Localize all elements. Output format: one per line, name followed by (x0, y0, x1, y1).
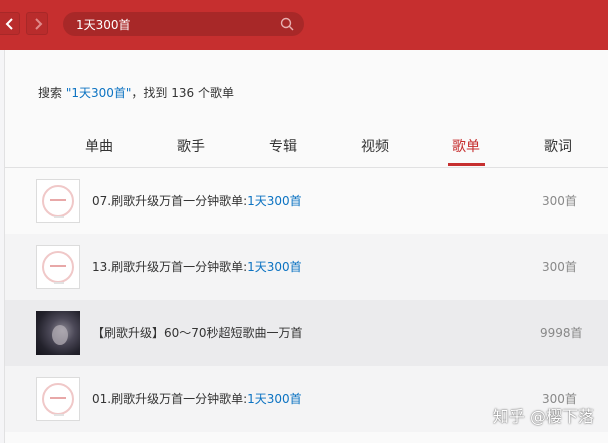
summary-count: 136 (171, 86, 195, 100)
playlist-track-count: 300首 (542, 260, 577, 274)
back-button[interactable] (0, 12, 20, 35)
chevron-left-icon (5, 18, 13, 30)
playlist-title-text: 07.刷歌升级万首一分钟歌单: (92, 194, 248, 208)
playlist-title: 【刷歌升级】60～70秒超短歌曲一万首 (92, 324, 303, 341)
tab-albums[interactable]: 专辑 (269, 136, 297, 156)
playlist-row[interactable]: 13.刷歌升级万首一分钟歌单:1天300首 300首 (5, 234, 608, 300)
active-tab-indicator (448, 163, 485, 166)
summary-middle: ，找到 (131, 86, 172, 100)
search-input[interactable]: 1天300首 (63, 12, 304, 36)
playlist-title: 01.刷歌升级万首一分钟歌单:1天300首 (92, 390, 302, 407)
playlist-title-highlight: 1天300首 (247, 194, 302, 208)
playlist-title-highlight: 1天300首 (247, 260, 302, 274)
forward-button[interactable] (26, 12, 48, 35)
playlist-cover (36, 311, 80, 355)
playlist-row[interactable]: 【刷歌升级】60～70秒超短歌曲一万首 9998首 (5, 300, 608, 366)
playlist-title-text: 【刷歌升级】60～70秒超短歌曲一万首 (92, 326, 303, 340)
playlist-title-text: 01.刷歌升级万首一分钟歌单: (92, 392, 248, 406)
tab-lyrics[interactable]: 歌词 (544, 136, 572, 156)
chevron-right-icon (35, 18, 43, 30)
search-summary: 搜索 "1天300首"，找到 136 个歌单 (38, 84, 234, 101)
search-results-panel: 搜索 "1天300首"，找到 136 个歌单 单曲 歌手 专辑 视频 歌单 歌词… (4, 50, 608, 443)
playlist-title-text: 13.刷歌升级万首一分钟歌单: (92, 260, 248, 274)
watermark: 知乎 @樱下落 (492, 407, 594, 426)
playlist-track-count: 300首 (542, 194, 577, 208)
search-input-value: 1天300首 (76, 18, 131, 32)
playlist-title: 13.刷歌升级万首一分钟歌单:1天300首 (92, 258, 302, 275)
tab-songs[interactable]: 单曲 (85, 136, 113, 156)
playlist-track-count: 9998首 (540, 326, 583, 340)
top-bar: 1天300首 (0, 0, 608, 50)
playlist-cover (36, 245, 80, 289)
search-icon[interactable] (280, 17, 294, 31)
tab-playlists[interactable]: 歌单 (452, 136, 480, 156)
playlist-cover (36, 179, 80, 223)
summary-suffix: 个歌单 (194, 86, 234, 100)
summary-prefix: 搜索 (38, 86, 66, 100)
playlist-title: 07.刷歌升级万首一分钟歌单:1天300首 (92, 192, 302, 209)
tab-artists[interactable]: 歌手 (177, 136, 205, 156)
playlist-row[interactable]: 07.刷歌升级万首一分钟歌单:1天300首 300首 (5, 168, 608, 234)
tab-videos[interactable]: 视频 (361, 136, 389, 156)
summary-keyword: "1天300首" (65, 86, 132, 100)
playlist-title-highlight: 1天300首 (247, 392, 302, 406)
playlist-cover (36, 377, 80, 421)
result-type-tabs: 单曲 歌手 专辑 视频 歌单 歌词 (5, 132, 608, 168)
